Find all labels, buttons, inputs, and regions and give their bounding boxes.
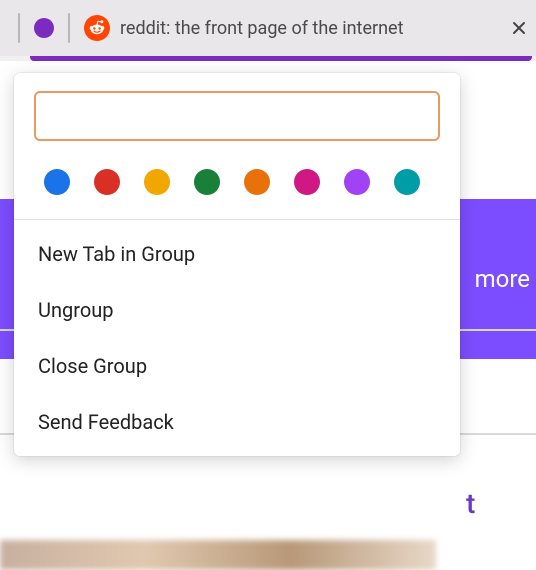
tab-title: reddit: the front page of the internet <box>120 18 498 39</box>
color-swatch-green[interactable] <box>194 169 220 195</box>
close-icon <box>512 21 526 35</box>
menu-item-send-feedback[interactable]: Send Feedback <box>14 394 460 450</box>
menu-item-ungroup[interactable]: Ungroup <box>14 282 460 338</box>
reddit-favicon <box>84 15 110 41</box>
color-swatch-orange[interactable] <box>244 169 270 195</box>
tab-close-button[interactable] <box>508 17 530 39</box>
tab-group-indicator[interactable] <box>34 18 54 38</box>
color-swatch-blue[interactable] <box>44 169 70 195</box>
tab-separator <box>68 13 70 43</box>
color-swatch-cyan[interactable] <box>394 169 420 195</box>
banner-text: more <box>475 265 530 293</box>
menu-divider <box>14 219 460 220</box>
group-name-input[interactable] <box>34 91 440 141</box>
color-swatch-pink[interactable] <box>294 169 320 195</box>
tab-separator <box>18 13 20 43</box>
menu-item-new-tab-in-group[interactable]: New Tab in Group <box>14 226 460 282</box>
group-color-picker <box>14 141 460 219</box>
background-text-fragment: t <box>466 487 475 520</box>
menu-item-close-group[interactable]: Close Group <box>14 338 460 394</box>
browser-tab[interactable]: reddit: the front page of the internet <box>80 8 536 48</box>
tab-strip: reddit: the front page of the internet <box>0 0 536 56</box>
color-swatch-yellow[interactable] <box>144 169 170 195</box>
color-swatch-purple[interactable] <box>344 169 370 195</box>
menu-list: New Tab in GroupUngroupClose GroupSend F… <box>14 226 460 450</box>
tab-group-context-menu: New Tab in GroupUngroupClose GroupSend F… <box>14 73 460 456</box>
background-image-strip <box>0 540 436 570</box>
color-swatch-red[interactable] <box>94 169 120 195</box>
